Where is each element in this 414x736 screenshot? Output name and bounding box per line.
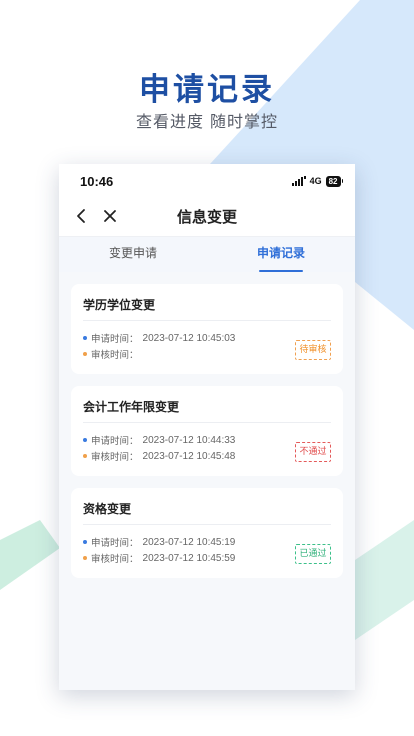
status-stamp: 不通过 bbox=[295, 442, 331, 462]
promo-title: 申请记录 bbox=[139, 72, 275, 108]
tab-request-records[interactable]: 申请记录 bbox=[207, 237, 355, 273]
review-time-label: 审核时间： bbox=[91, 452, 139, 463]
record-card[interactable]: 学历学位变更 申请时间： 2023-07-12 10:45:03 审核时间： 待… bbox=[71, 284, 343, 374]
record-card[interactable]: 资格变更 申请时间： 2023-07-12 10:45:19 审核时间： 202… bbox=[71, 488, 343, 578]
record-list: 学历学位变更 申请时间： 2023-07-12 10:45:03 审核时间： 待… bbox=[59, 272, 355, 690]
review-time-label: 审核时间： bbox=[91, 554, 139, 565]
phone-screen: 10:46 4G 82 信息变更 变更申请 申请记录 学历学位变更 申请时间： … bbox=[59, 164, 355, 690]
review-time-label: 审核时间： bbox=[91, 350, 139, 361]
divider bbox=[83, 320, 331, 321]
apply-time-label: 申请时间： bbox=[91, 334, 139, 345]
page-title: 信息变更 bbox=[176, 208, 237, 226]
battery-level: 82 bbox=[325, 175, 341, 187]
status-time: 10:46 bbox=[80, 174, 114, 189]
tab-change-request[interactable]: 变更申请 bbox=[59, 237, 207, 273]
orange-dot-icon bbox=[83, 352, 87, 356]
status-indicators: 4G 82 bbox=[291, 175, 343, 187]
status-stamp: 已通过 bbox=[295, 544, 331, 564]
blue-dot-icon bbox=[83, 540, 87, 544]
promo-subtitle: 查看进度 随时掌控 bbox=[135, 112, 279, 131]
tab-bar: 变更申请 申请记录 bbox=[59, 236, 355, 273]
orange-dot-icon bbox=[83, 454, 87, 458]
battery-icon: 82 bbox=[325, 175, 343, 187]
record-card[interactable]: 会计工作年限变更 申请时间： 2023-07-12 10:44:33 审核时间：… bbox=[71, 386, 343, 476]
review-time-value: 2023-07-12 10:45:59 bbox=[142, 552, 236, 564]
divider bbox=[83, 524, 331, 525]
apply-time-row: 申请时间： 2023-07-12 10:44:33 bbox=[83, 433, 235, 447]
review-time-value: 2023-07-12 10:45:48 bbox=[142, 450, 236, 462]
record-title: 会计工作年限变更 bbox=[83, 400, 180, 414]
apply-time-label: 申请时间： bbox=[91, 538, 139, 549]
review-time-row: 审核时间： bbox=[83, 347, 143, 361]
review-time-row: 审核时间： 2023-07-12 10:45:48 bbox=[83, 449, 235, 463]
network-type: 4G bbox=[309, 176, 322, 186]
record-title: 学历学位变更 bbox=[83, 298, 156, 312]
divider bbox=[83, 422, 331, 423]
blue-dot-icon bbox=[83, 438, 87, 442]
battery-tip bbox=[341, 179, 343, 183]
review-time-row: 审核时间： 2023-07-12 10:45:59 bbox=[83, 551, 235, 565]
apply-time-value: 2023-07-12 10:44:33 bbox=[142, 434, 236, 446]
apply-time-row: 申请时间： 2023-07-12 10:45:19 bbox=[83, 535, 235, 549]
apply-time-label: 申请时间： bbox=[91, 436, 139, 447]
status-bar: 10:46 4G 82 bbox=[59, 164, 355, 198]
nav-bar: 信息变更 bbox=[59, 200, 355, 234]
status-stamp: 待审核 bbox=[295, 340, 331, 360]
signal-icon bbox=[291, 176, 306, 186]
apply-time-value: 2023-07-12 10:45:19 bbox=[142, 536, 236, 548]
orange-dot-icon bbox=[83, 556, 87, 560]
apply-time-value: 2023-07-12 10:45:03 bbox=[142, 332, 236, 344]
record-title: 资格变更 bbox=[83, 502, 132, 516]
apply-time-row: 申请时间： 2023-07-12 10:45:03 bbox=[83, 331, 235, 345]
blue-dot-icon bbox=[83, 336, 87, 340]
